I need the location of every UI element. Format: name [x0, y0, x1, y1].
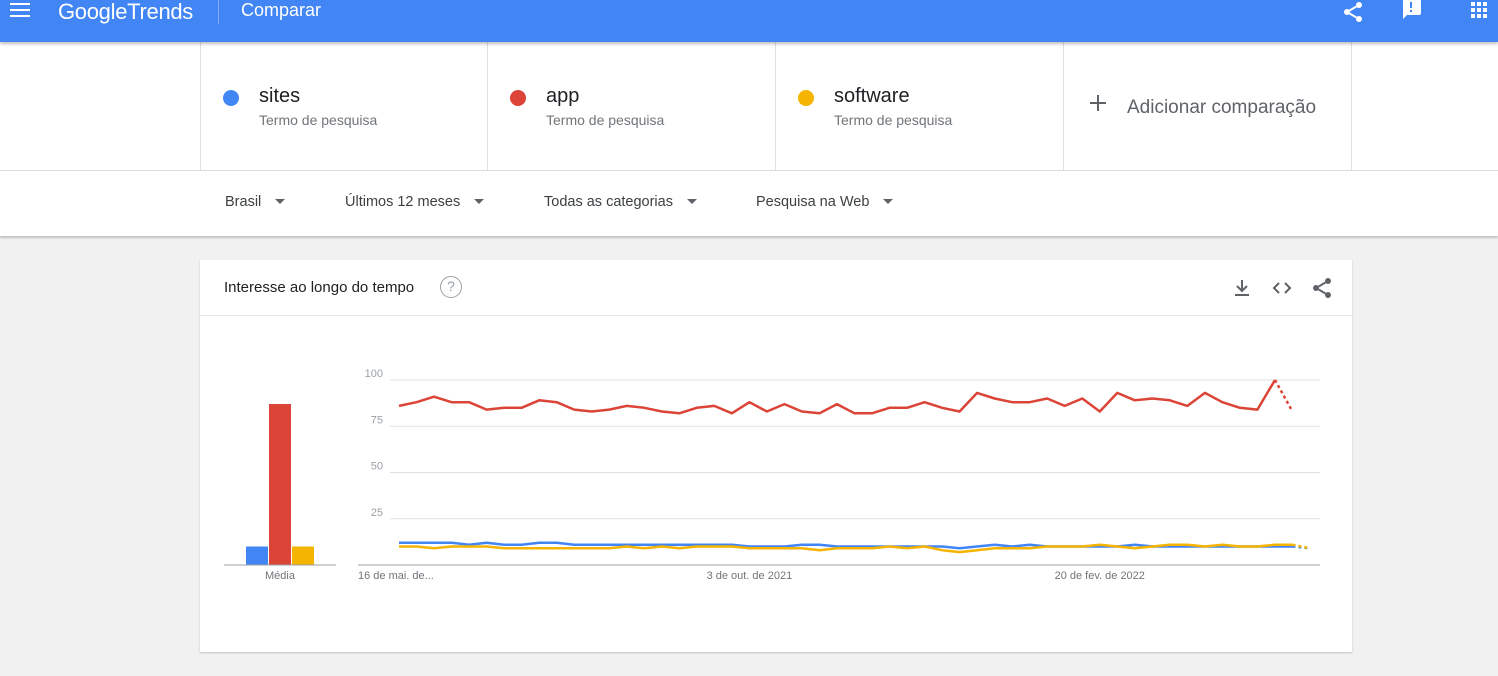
interest-chart: 25 50 75 100 16 de mai. de... 3 de out. de 20… [224, 368, 1320, 582]
period-value: Últimos 12 meses [345, 194, 461, 210]
top-app-bar: GoogleTrends Comparar [0, 0, 1498, 42]
chevron-down-icon [474, 198, 485, 204]
apps-icon[interactable] [1467, 0, 1491, 22]
term-card-sites[interactable]: sites Termo de pesquisa [200, 42, 488, 170]
x-tick-label: 16 de mai. de... [358, 570, 434, 582]
card-title: Interesse ao longo do tempo [224, 279, 415, 296]
period-dropdown[interactable]: Últimos 12 meses [345, 194, 485, 210]
help-icon[interactable]: ? [440, 276, 462, 298]
region-dropdown[interactable]: Brasil [225, 194, 286, 210]
term-type: Termo de pesquisa [546, 112, 665, 128]
interest-over-time-card: Interesse ao longo do tempo ? 25 50 75 100 1… [200, 260, 1352, 652]
term-name: software [834, 85, 910, 107]
average-label: Média [265, 570, 296, 582]
feedback-icon[interactable] [1399, 0, 1423, 21]
term-type: Termo de pesquisa [259, 112, 378, 128]
card-header: Interesse ao longo do tempo ? [200, 260, 1352, 316]
term-name: sites [259, 85, 301, 107]
chevron-down-icon [686, 198, 697, 204]
y-tick-label: 100 [365, 368, 383, 380]
header-divider [218, 0, 219, 24]
add-comparison-label: Adicionar comparação [1127, 97, 1317, 118]
term-card-app[interactable]: app Termo de pesquisa [488, 42, 776, 170]
series-partial-app [1273, 379, 1294, 413]
category-value: Todas as categorias [544, 194, 673, 210]
menu-icon[interactable] [10, 3, 30, 19]
search-type-value: Pesquisa na Web [756, 194, 870, 210]
logo-trends: Trends [127, 0, 194, 24]
compare-terms-bar: sites Termo de pesquisa app Termo de pes… [0, 42, 1498, 171]
x-tick-label: 20 de fev. de 2022 [1055, 570, 1145, 582]
y-tick-label: 25 [371, 507, 383, 519]
series-color-dot [510, 90, 526, 106]
y-tick-label: 50 [371, 461, 383, 473]
chevron-down-icon [883, 198, 894, 204]
x-tick-label: 3 de out. de 2021 [707, 570, 793, 582]
series-line-app [398, 379, 1277, 415]
chevron-down-icon [275, 198, 286, 204]
page-title: Comparar [241, 0, 322, 20]
average-bar-sites [246, 546, 268, 565]
search-type-dropdown[interactable]: Pesquisa na Web [756, 194, 894, 210]
term-name: app [546, 85, 580, 107]
y-tick-label: 75 [371, 414, 383, 426]
logo-google: Google [58, 0, 128, 24]
term-type: Termo de pesquisa [834, 112, 953, 128]
embed-icon[interactable] [1270, 276, 1294, 300]
average-bar-app [269, 404, 291, 565]
term-card-software[interactable]: software Termo de pesquisa [776, 42, 1064, 170]
share-icon[interactable] [1310, 276, 1334, 300]
share-icon[interactable] [1341, 0, 1365, 24]
series-color-dot [223, 90, 239, 106]
filters-bar: Brasil Últimos 12 meses Todas as categor… [0, 171, 1498, 236]
google-trends-logo[interactable]: GoogleTrends [58, 0, 193, 24]
download-icon[interactable] [1230, 276, 1254, 300]
add-comparison-button[interactable]: Adicionar comparação [1063, 42, 1352, 170]
category-dropdown[interactable]: Todas as categorias [544, 194, 697, 210]
series-color-dot [798, 90, 814, 106]
region-value: Brasil [225, 194, 262, 210]
average-bar-software [292, 546, 314, 565]
plus-icon [1089, 94, 1107, 112]
